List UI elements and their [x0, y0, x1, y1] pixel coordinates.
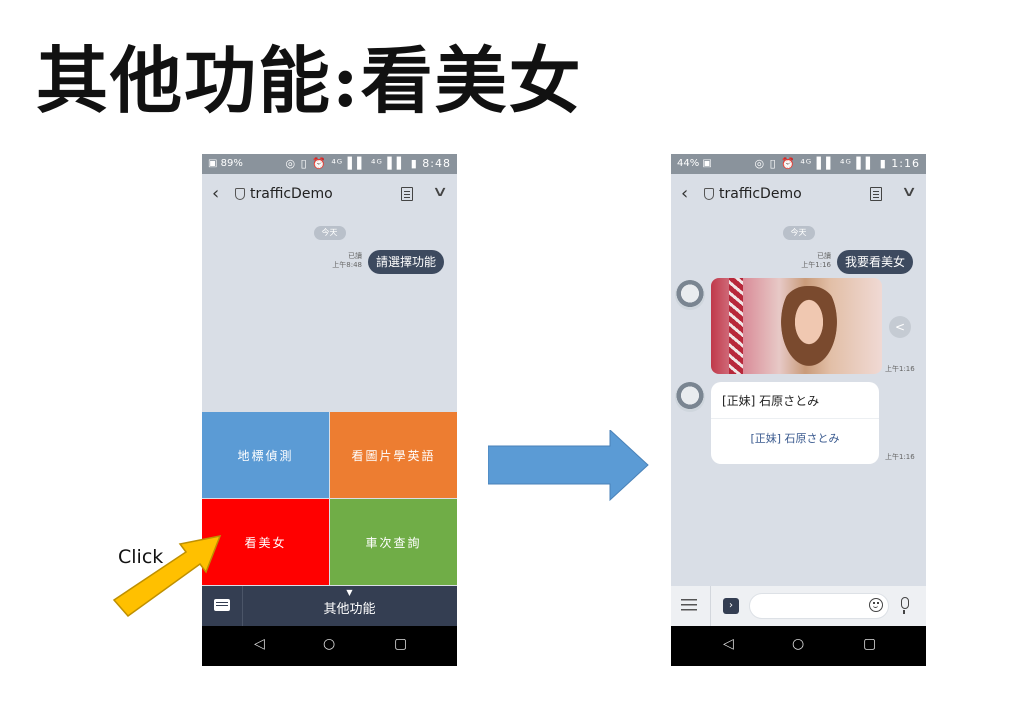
- emoji-icon[interactable]: [869, 598, 883, 612]
- nav-home-icon[interactable]: ○: [792, 636, 804, 652]
- click-arrow-icon: [112, 534, 222, 618]
- back-icon[interactable]: ‹: [212, 183, 219, 204]
- read-receipt: 已讀 上午8:48: [322, 252, 362, 270]
- notes-icon[interactable]: [870, 187, 882, 201]
- expand-icon[interactable]: ›: [723, 598, 739, 614]
- chat-title: trafficDemo: [250, 186, 333, 202]
- card-divider: [711, 418, 879, 419]
- date-separator: 今天: [313, 226, 346, 240]
- caret-down-icon: ▼: [346, 588, 353, 597]
- chevron-down-icon[interactable]: ∨: [432, 184, 448, 200]
- input-bar: ›: [671, 586, 926, 626]
- shield-icon: [235, 188, 245, 200]
- bot-avatar[interactable]: [675, 280, 705, 310]
- nav-recent-icon[interactable]: ▢: [394, 636, 407, 652]
- status-bar: 44% ▣ ◎ ▯ ⏰ ⁴ᴳ ▌▌ ⁴ᴳ ▌▌ ▮ 1:16: [671, 154, 926, 174]
- outgoing-message: 我要看美女: [837, 250, 914, 274]
- menu-list-icon[interactable]: [681, 598, 697, 612]
- rich-menu: 地標偵測 看圖片學英語 看美女 車次查詢: [202, 412, 457, 586]
- transition-arrow-icon: [488, 430, 649, 502]
- date-separator: 今天: [782, 226, 815, 240]
- image-message[interactable]: [711, 278, 882, 374]
- status-bar: ▣ 89% ◎ ▯ ⏰ ⁴ᴳ ▌▌ ⁴ᴳ ▌▌ ▮ 8:48: [202, 154, 457, 174]
- status-right: ◎ ▯ ⏰ ⁴ᴳ ▌▌ ⁴ᴳ ▌▌ ▮ 8:48: [285, 157, 451, 170]
- outgoing-message: 請選擇功能: [368, 250, 445, 274]
- rope-decoration: [729, 278, 743, 374]
- slide-title: 其他功能:看美女: [36, 38, 583, 123]
- nav-home-icon[interactable]: ○: [323, 636, 335, 652]
- notes-icon[interactable]: [401, 187, 413, 201]
- android-nav-bar: ◁ ○ ▢: [202, 626, 457, 666]
- android-nav-bar: ◁ ○ ▢: [671, 626, 926, 666]
- card-action-button[interactable]: [正妹] 石原さとみ: [711, 430, 879, 446]
- chat-header: ‹ trafficDemo ∨: [202, 174, 457, 218]
- phone-screenshot-right: 44% ▣ ◎ ▯ ⏰ ⁴ᴳ ▌▌ ⁴ᴳ ▌▌ ▮ 1:16 ‹ traffic…: [671, 154, 926, 666]
- chevron-down-icon[interactable]: ∨: [901, 184, 917, 200]
- rich-menu-train-query[interactable]: 車次查詢: [330, 499, 457, 585]
- phone-screenshot-left: ▣ 89% ◎ ▯ ⏰ ⁴ᴳ ▌▌ ⁴ᴳ ▌▌ ▮ 8:48 ‹ traffic…: [202, 154, 457, 666]
- status-left: 44% ▣: [677, 158, 712, 169]
- read-label: 已讀: [348, 252, 362, 260]
- status-right: ◎ ▯ ⏰ ⁴ᴳ ▌▌ ⁴ᴳ ▌▌ ▮ 1:16: [754, 157, 920, 170]
- share-icon[interactable]: <: [889, 316, 911, 338]
- bot-avatar[interactable]: [675, 382, 705, 412]
- microphone-icon[interactable]: [901, 597, 909, 614]
- rich-menu-landmark-detection[interactable]: 地標偵測: [202, 412, 329, 498]
- back-icon[interactable]: ‹: [681, 183, 688, 204]
- message-input[interactable]: [749, 593, 889, 619]
- nav-back-icon[interactable]: ◁: [254, 636, 265, 652]
- nav-back-icon[interactable]: ◁: [723, 636, 734, 652]
- chat-header: ‹ trafficDemo ∨: [671, 174, 926, 218]
- read-label: 已讀: [817, 252, 831, 260]
- template-card: [正妹] 石原さとみ [正妹] 石原さとみ: [711, 382, 879, 464]
- message-time: 上午8:48: [332, 261, 362, 269]
- divider: [710, 586, 711, 626]
- rich-menu-toggle[interactable]: 其他功能: [242, 598, 457, 617]
- status-left: ▣ 89%: [208, 158, 243, 169]
- read-receipt: 已讀 上午1:16: [789, 252, 831, 270]
- rich-menu-learn-english[interactable]: 看圖片學英語: [330, 412, 457, 498]
- shield-icon: [704, 188, 714, 200]
- menu-bar: ▼ 其他功能: [202, 586, 457, 626]
- message-time: 上午1:16: [801, 261, 831, 269]
- card-time: 上午1:16: [885, 453, 915, 461]
- portrait: [781, 286, 837, 366]
- chat-title: trafficDemo: [719, 186, 802, 202]
- card-title: [正妹] 石原さとみ: [722, 394, 820, 408]
- image-time: 上午1:16: [885, 365, 915, 373]
- nav-recent-icon[interactable]: ▢: [863, 636, 876, 652]
